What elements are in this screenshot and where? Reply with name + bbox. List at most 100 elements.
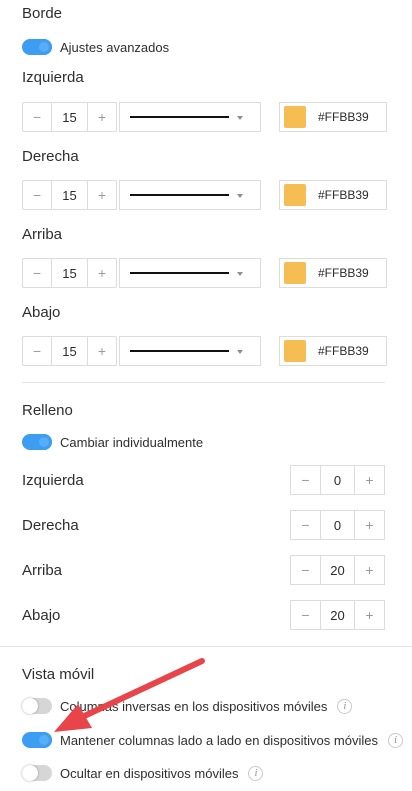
color-swatch[interactable] [284,262,306,284]
padding-bottom-label: Abajo [22,606,61,624]
decrement-button[interactable]: − [291,556,320,584]
individual-padding-toggle[interactable] [22,434,52,450]
individual-padding-toggle-row[interactable]: Cambiar individualmente [22,434,203,450]
reverse-columns-toggle[interactable] [22,698,52,714]
decrement-button[interactable]: − [291,601,320,629]
increment-button[interactable]: + [355,511,384,539]
individual-padding-label: Cambiar individualmente [60,434,204,450]
padding-top-row: Arriba − 20 + [22,555,385,585]
increment-button[interactable]: + [88,337,116,365]
border-bottom-style-select[interactable] [119,336,261,366]
padding-section-title: Relleno [22,402,73,419]
padding-bottom-row: Abajo − 20 + [22,600,385,630]
border-bottom-width-stepper: − 15 + [22,336,117,366]
border-bottom-row: − 15 + #FFBB39 [22,336,387,366]
padding-top-value[interactable]: 20 [320,556,355,584]
padding-left-value[interactable]: 0 [320,466,355,494]
increment-button[interactable]: + [88,181,116,209]
color-swatch[interactable] [284,106,306,128]
border-left-width-stepper: − 15 + [22,102,117,132]
border-top-color-field[interactable]: #FFBB39 [279,258,387,288]
section-divider [0,646,412,647]
toggle-knob [36,434,52,450]
increment-button[interactable]: + [355,466,384,494]
border-left-width-value[interactable]: 15 [51,103,88,131]
hide-mobile-toggle-row[interactable]: Ocultar en dispositivos móviles i [22,765,264,781]
border-top-style-select[interactable] [119,258,261,288]
decrement-button[interactable]: − [23,181,51,209]
chevron-down-icon [237,272,243,276]
border-top-width-stepper: − 15 + [22,258,117,288]
mobile-section-title: Vista móvil [22,666,95,683]
border-left-style-select[interactable] [119,102,261,132]
border-bottom-title: Abajo [22,304,61,321]
border-bottom-color-field[interactable]: #FFBB39 [279,336,387,366]
padding-right-row: Derecha − 0 + [22,510,385,540]
color-swatch[interactable] [284,184,306,206]
padding-right-value[interactable]: 0 [320,511,355,539]
color-hex-value[interactable]: #FFBB39 [318,344,369,358]
border-top-width-value[interactable]: 15 [51,259,88,287]
padding-bottom-value[interactable]: 20 [320,601,355,629]
padding-right-label: Derecha [22,516,79,534]
border-top-row: − 15 + #FFBB39 [22,258,387,288]
color-hex-value[interactable]: #FFBB39 [318,110,369,124]
solid-line-preview [130,272,229,274]
toggle-knob [36,39,52,55]
decrement-button[interactable]: − [23,103,51,131]
border-section-title: Borde [22,5,63,22]
border-right-title: Derecha [22,148,79,165]
decrement-button[interactable]: − [291,511,320,539]
decrement-button[interactable]: − [23,337,51,365]
padding-left-stepper: − 0 + [290,465,385,495]
info-icon[interactable]: i [387,732,403,748]
reverse-columns-toggle-row[interactable]: Columnas inversas en los dispositivos mó… [22,698,353,714]
advanced-settings-toggle-row[interactable]: Ajustes avanzados [22,39,169,55]
section-divider [22,382,385,383]
color-swatch[interactable] [284,340,306,362]
color-hex-value[interactable]: #FFBB39 [318,188,369,202]
increment-button[interactable]: + [88,103,116,131]
info-icon[interactable]: i [337,698,353,714]
chevron-down-icon [237,350,243,354]
toggle-knob [22,698,38,714]
border-right-style-select[interactable] [119,180,261,210]
border-left-row: − 15 + #FFBB39 [22,102,387,132]
info-icon[interactable]: i [248,765,264,781]
border-right-row: − 15 + #FFBB39 [22,180,387,210]
padding-left-row: Izquierda − 0 + [22,465,385,495]
border-left-color-field[interactable]: #FFBB39 [279,102,387,132]
hide-mobile-toggle[interactable] [22,765,52,781]
advanced-settings-toggle[interactable] [22,39,52,55]
padding-top-stepper: − 20 + [290,555,385,585]
keep-columns-toggle[interactable] [22,732,52,748]
increment-button[interactable]: + [88,259,116,287]
border-right-color-field[interactable]: #FFBB39 [279,180,387,210]
border-bottom-width-value[interactable]: 15 [51,337,88,365]
toggle-knob [22,765,38,781]
keep-columns-toggle-row[interactable]: Mantener columnas lado a lado en disposi… [22,732,403,748]
reverse-columns-label: Columnas inversas en los dispositivos mó… [60,698,328,714]
solid-line-preview [130,116,229,118]
solid-line-preview [130,194,229,196]
increment-button[interactable]: + [355,601,384,629]
padding-left-label: Izquierda [22,471,84,489]
color-hex-value[interactable]: #FFBB39 [318,266,369,280]
padding-top-label: Arriba [22,561,63,579]
keep-columns-label: Mantener columnas lado a lado en disposi… [60,732,378,748]
padding-right-stepper: − 0 + [290,510,385,540]
decrement-button[interactable]: − [291,466,320,494]
increment-button[interactable]: + [355,556,384,584]
border-top-title: Arriba [22,226,63,243]
hide-mobile-label: Ocultar en dispositivos móviles [60,765,239,781]
border-right-width-stepper: − 15 + [22,180,117,210]
border-right-width-value[interactable]: 15 [51,181,88,209]
toggle-knob [36,732,52,748]
chevron-down-icon [237,116,243,120]
border-left-title: Izquierda [22,69,84,86]
chevron-down-icon [237,194,243,198]
advanced-settings-label: Ajustes avanzados [60,39,170,55]
padding-bottom-stepper: − 20 + [290,600,385,630]
decrement-button[interactable]: − [23,259,51,287]
solid-line-preview [130,350,229,352]
